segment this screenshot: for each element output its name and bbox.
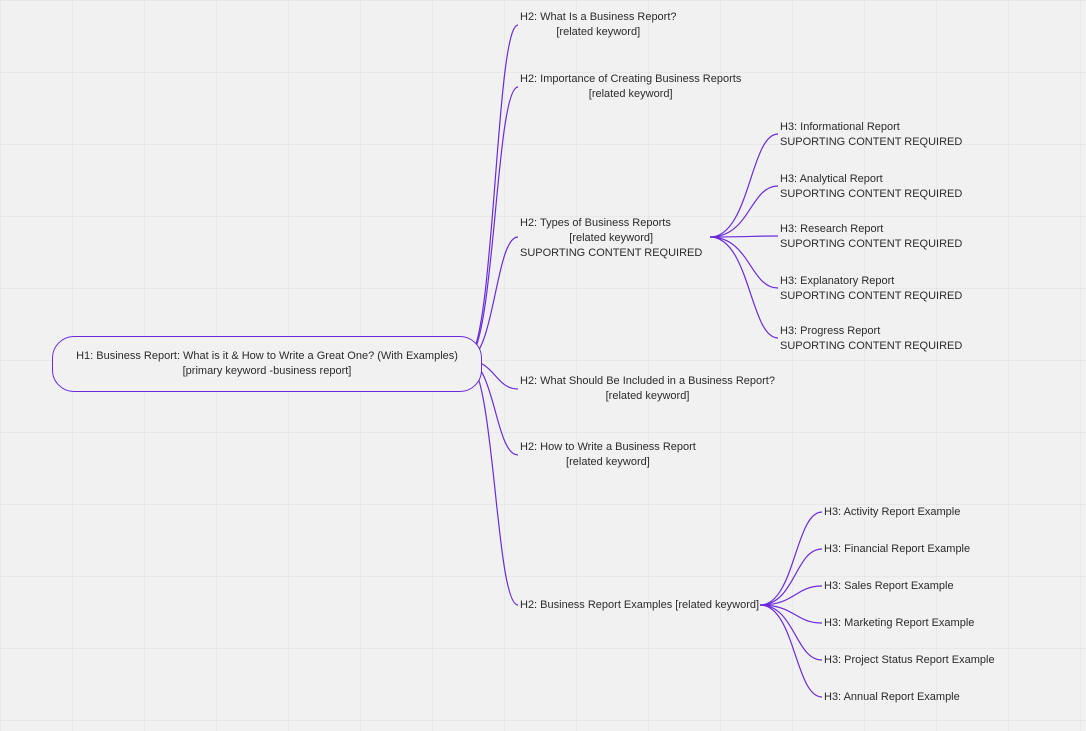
h3-title: H3: Progress Report	[780, 324, 962, 339]
h2-node-examples[interactable]: H2: Business Report Examples [related ke…	[520, 598, 759, 613]
h3-title: H3: Project Status Report Example	[824, 653, 995, 668]
h2-title: H2: What Is a Business Report?	[520, 10, 677, 25]
h2-supporting: SUPORTING CONTENT REQUIRED	[520, 246, 702, 261]
h3-title: H3: Activity Report Example	[824, 505, 960, 520]
h3-supporting: SUPORTING CONTENT REQUIRED	[780, 187, 962, 202]
h3-title: H3: Explanatory Report	[780, 274, 962, 289]
h3-title: H3: Research Report	[780, 222, 962, 237]
h2-node-how-to-write[interactable]: H2: How to Write a Business Report [rela…	[520, 440, 696, 470]
h3-node-explanatory[interactable]: H3: Explanatory Report SUPORTING CONTENT…	[780, 274, 962, 304]
h3-node-project-status-example[interactable]: H3: Project Status Report Example	[824, 653, 995, 668]
h3-node-financial-example[interactable]: H3: Financial Report Example	[824, 542, 970, 557]
h2-node-included[interactable]: H2: What Should Be Included in a Busines…	[520, 374, 775, 404]
h2-node-importance[interactable]: H2: Importance of Creating Business Repo…	[520, 72, 741, 102]
h3-node-annual-example[interactable]: H3: Annual Report Example	[824, 690, 960, 705]
h2-title: H2: How to Write a Business Report	[520, 440, 696, 455]
h2-title: H2: Business Report Examples [related ke…	[520, 598, 759, 613]
h3-title: H3: Sales Report Example	[824, 579, 954, 594]
h3-node-informational[interactable]: H3: Informational Report SUPORTING CONTE…	[780, 120, 962, 150]
h3-node-progress[interactable]: H3: Progress Report SUPORTING CONTENT RE…	[780, 324, 962, 354]
h2-title: H2: Importance of Creating Business Repo…	[520, 72, 741, 87]
h3-supporting: SUPORTING CONTENT REQUIRED	[780, 339, 962, 354]
h2-keyword: [related keyword]	[520, 87, 741, 102]
h3-supporting: SUPORTING CONTENT REQUIRED	[780, 237, 962, 252]
h3-node-sales-example[interactable]: H3: Sales Report Example	[824, 579, 954, 594]
h3-node-activity-example[interactable]: H3: Activity Report Example	[824, 505, 960, 520]
h3-title: H3: Annual Report Example	[824, 690, 960, 705]
h2-keyword: [related keyword]	[520, 25, 677, 40]
h2-keyword: [related keyword]	[520, 455, 696, 470]
h2-keyword: [related keyword]	[520, 389, 775, 404]
h1-keyword: [primary keyword -business report]	[67, 364, 467, 379]
h2-title: H2: Types of Business Reports	[520, 216, 702, 231]
h1-title: H1: Business Report: What is it & How to…	[67, 349, 467, 364]
h2-node-what-is[interactable]: H2: What Is a Business Report? [related …	[520, 10, 677, 40]
h3-node-analytical[interactable]: H3: Analytical Report SUPORTING CONTENT …	[780, 172, 962, 202]
h3-supporting: SUPORTING CONTENT REQUIRED	[780, 289, 962, 304]
h2-keyword: [related keyword]	[520, 231, 702, 246]
h3-title: H3: Financial Report Example	[824, 542, 970, 557]
root-node-h1[interactable]: H1: Business Report: What is it & How to…	[52, 336, 482, 392]
h2-title: H2: What Should Be Included in a Busines…	[520, 374, 775, 389]
h3-title: H3: Informational Report	[780, 120, 962, 135]
h3-title: H3: Analytical Report	[780, 172, 962, 187]
h3-supporting: SUPORTING CONTENT REQUIRED	[780, 135, 962, 150]
h3-node-marketing-example[interactable]: H3: Marketing Report Example	[824, 616, 974, 631]
h3-node-research[interactable]: H3: Research Report SUPORTING CONTENT RE…	[780, 222, 962, 252]
h3-title: H3: Marketing Report Example	[824, 616, 974, 631]
h2-node-types[interactable]: H2: Types of Business Reports [related k…	[520, 216, 702, 261]
